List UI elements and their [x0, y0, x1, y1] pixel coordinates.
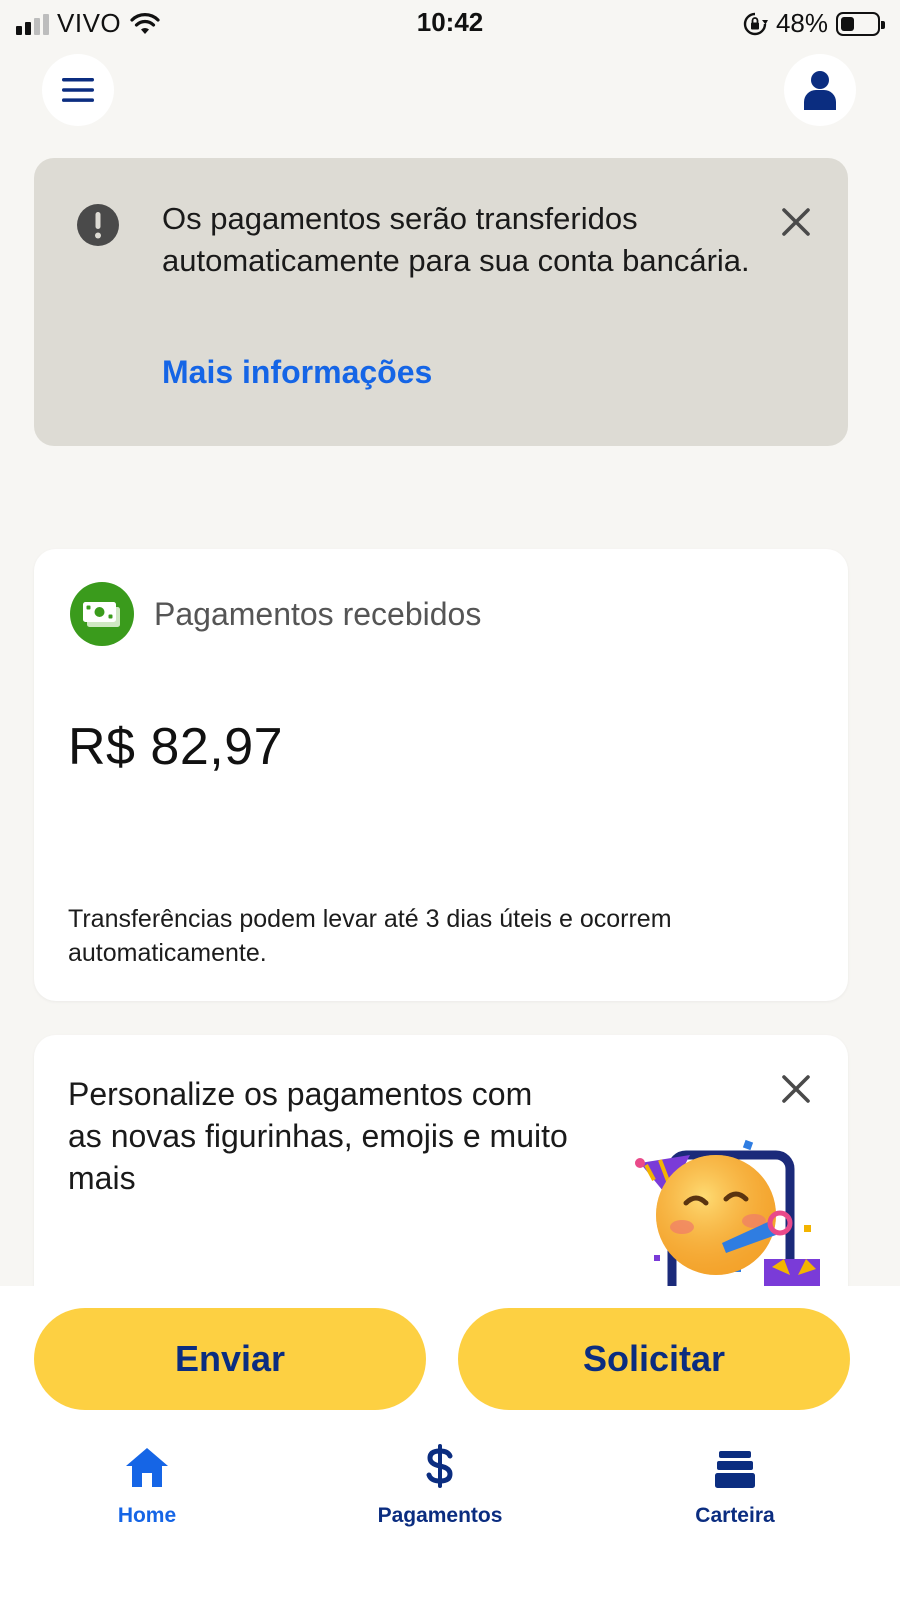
battery-percent: 48% [775, 8, 828, 38]
balance-amount: R$ 82,97 [68, 718, 284, 776]
request-button[interactable]: Solicitar [458, 1308, 850, 1410]
menu-button[interactable] [42, 54, 114, 126]
dollar-icon [426, 1444, 453, 1488]
status-bar: VIVO 10:42 48% [0, 0, 900, 46]
home-icon [126, 1448, 168, 1487]
close-icon[interactable] [778, 1071, 814, 1107]
payments-received-title: Pagamentos recebidos [154, 596, 482, 632]
payments-received-card[interactable]: Pagamentos recebidos R$ 82,97 Transferên… [34, 549, 848, 1001]
send-button[interactable]: Enviar [34, 1308, 426, 1410]
money-icon [70, 582, 134, 646]
tab-bar: Home Pagamentos Carteira [0, 1438, 900, 1548]
menu-icon [62, 78, 94, 102]
rotation-lock-icon [743, 12, 768, 35]
wallet-icon [715, 1451, 755, 1488]
transfer-note: Transferências podem levar até 3 dias út… [68, 905, 672, 967]
status-right: 48% [742, 8, 885, 39]
party-emoji-icon [635, 1139, 820, 1295]
transfer-notice: Os pagamentos serão transferidos automat… [34, 158, 848, 446]
promo-text: Personalize os pagamentos com as novas f… [68, 1076, 568, 1196]
tab-payments[interactable]: Pagamentos [320, 1438, 560, 1548]
close-icon[interactable] [778, 204, 814, 240]
battery-icon [836, 11, 885, 36]
profile-button[interactable] [784, 54, 856, 126]
profile-icon [804, 71, 836, 110]
tab-wallet-label: Carteira [695, 1504, 775, 1527]
tab-wallet[interactable]: Carteira [615, 1438, 855, 1548]
app-screen: VIVO 10:42 48% Os pagamentos serão trans… [0, 0, 900, 1600]
bottom-bar: Enviar Solicitar Home Pagamentos Carteir… [0, 1286, 900, 1600]
more-info-link[interactable]: Mais informações [162, 354, 432, 391]
tab-payments-label: Pagamentos [377, 1504, 503, 1527]
notice-text: Os pagamentos serão transferidos automat… [162, 201, 750, 278]
tab-home[interactable]: Home [27, 1438, 267, 1548]
alert-icon [77, 204, 119, 246]
tab-home-label: Home [117, 1504, 177, 1527]
